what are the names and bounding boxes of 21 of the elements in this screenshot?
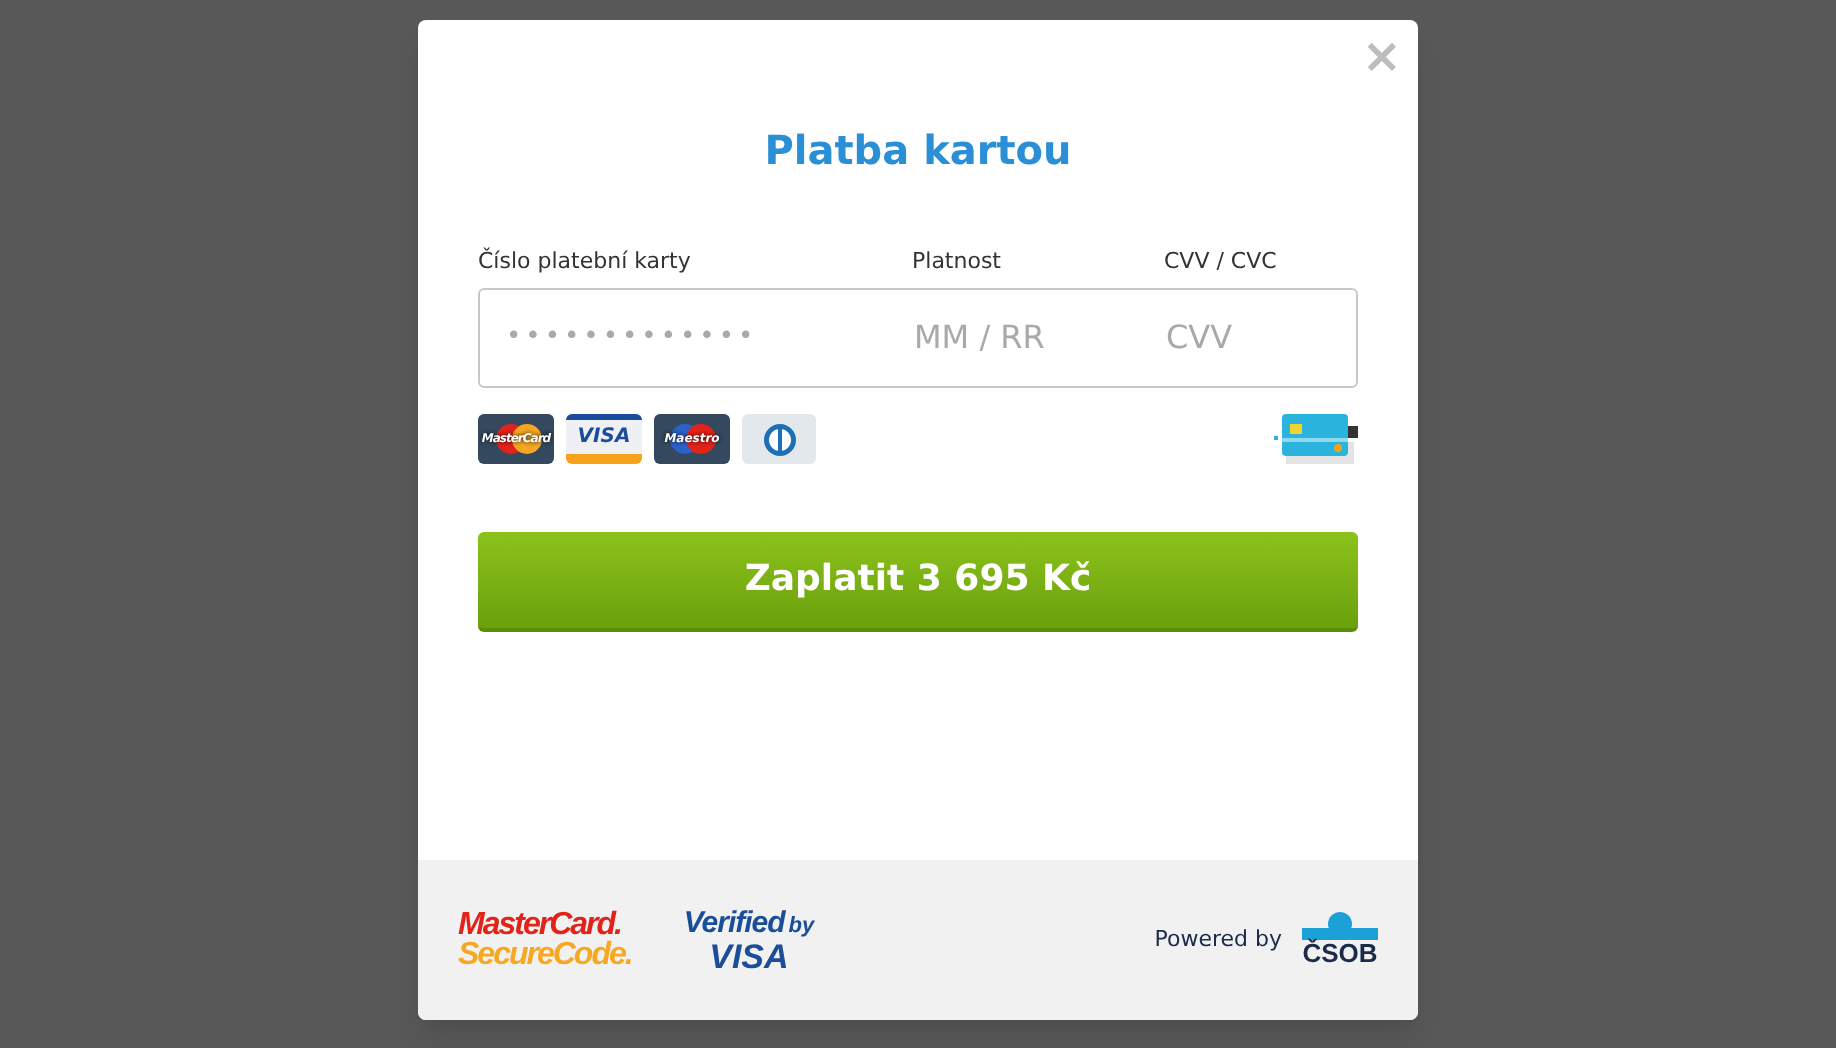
by-logo-text: by <box>788 912 815 942</box>
field-label: Číslo platební karty <box>478 248 691 274</box>
field-label: CVV / CVC <box>1164 248 1277 274</box>
card-number-input[interactable]: ••••••••••••• <box>506 317 914 357</box>
securecode-logo-text: SecureCode. <box>458 940 632 970</box>
field-label: Platnost <box>912 248 1001 274</box>
card-brand-icon: VISA <box>566 414 642 464</box>
verified-logo-text: Verified <box>683 908 785 938</box>
mastercard-logo-text: MasterCard. <box>458 910 621 940</box>
bank-logo-text: ČSOB <box>1302 940 1378 968</box>
cvv-input[interactable]: CVV <box>1166 313 1346 361</box>
dialog-title: Platba kartou <box>764 124 1072 178</box>
card-brand-icon <box>742 414 816 464</box>
card-cvv-icon <box>1274 413 1358 465</box>
pay-button[interactable]: Zaplatit 3 695 Kč <box>478 531 1358 631</box>
card-details-field[interactable]: ••••••••••••• MM / RR CVV <box>478 287 1358 387</box>
powered-by-text: Powered by <box>1154 923 1282 956</box>
close-button[interactable]: × <box>1361 28 1402 84</box>
visa-logo-text: VISA <box>709 942 789 972</box>
expiry-input[interactable]: MM / RR <box>914 313 1166 361</box>
bank-logo-icon <box>1302 912 1378 940</box>
